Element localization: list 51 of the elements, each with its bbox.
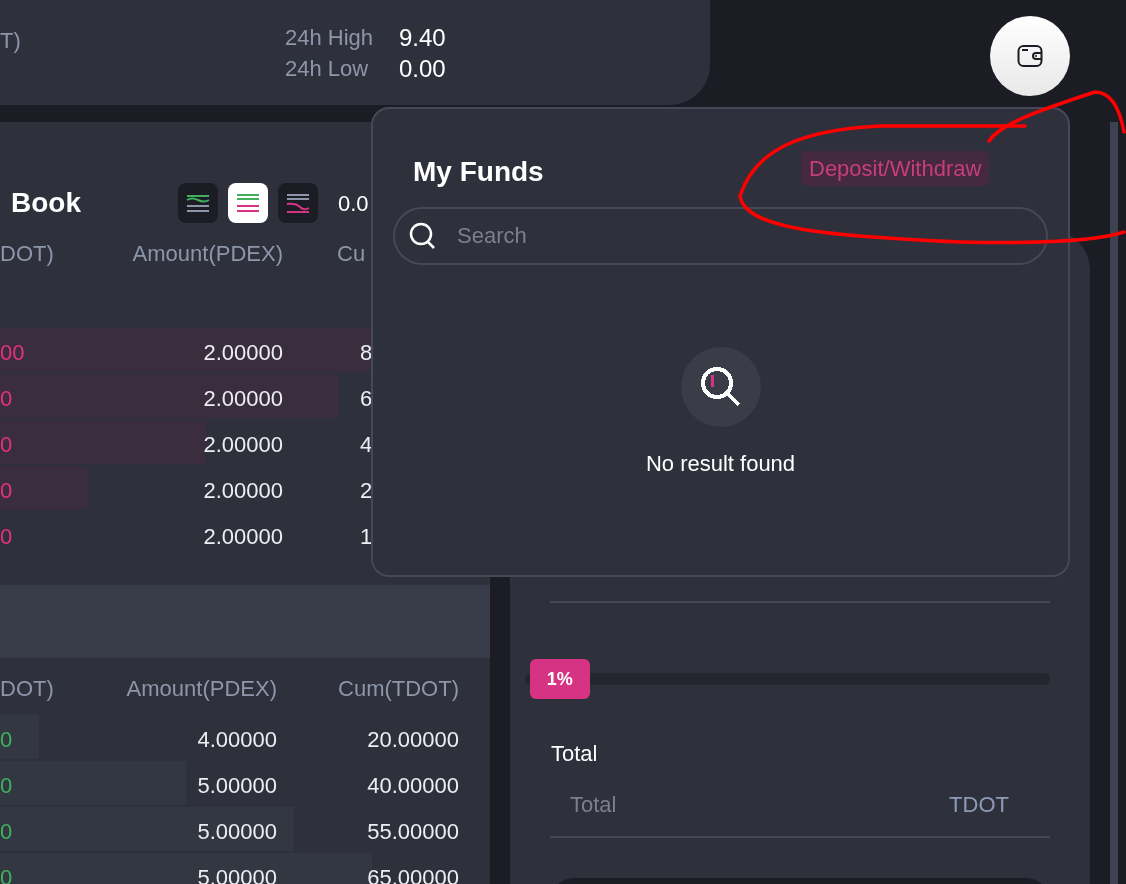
cum-cell-text: 55.00000 <box>367 818 459 846</box>
view-toggle[interactable] <box>278 183 318 223</box>
total-label: Total <box>551 740 599 768</box>
cum-cell-text: 40.00000 <box>367 772 459 800</box>
stat-label: 24h Low <box>285 55 370 83</box>
unit-label: TDOT <box>949 790 1009 819</box>
amount-cell-text: 5.00000 <box>197 818 277 846</box>
slider-thumb[interactable]: 1% <box>529 659 590 699</box>
popup-title: My Funds <box>413 155 544 189</box>
search-icon <box>409 222 437 250</box>
price-cell-text: 00 <box>0 339 25 367</box>
price-cell-text: 0 <box>0 385 13 413</box>
column-header: Cum(TDOT) <box>338 675 459 703</box>
amount-cell-text: 2.00000 <box>203 477 283 505</box>
amount-cell-text: 5.00000 <box>197 772 277 800</box>
amount-cell-text: 2.00000 <box>203 339 283 367</box>
price-cell-text: 0 <box>0 818 13 846</box>
price-cell-text: 0 <box>0 523 13 551</box>
price-cell-text: 0 <box>0 772 13 800</box>
stat-value: 0.00 <box>399 53 446 84</box>
deposit-withdraw-link[interactable]: Deposit/Withdraw <box>801 151 990 186</box>
cum-cell-text: 2 <box>360 477 373 505</box>
stat-value: 9.40 <box>399 22 446 53</box>
column-header: Cu <box>337 240 366 268</box>
view-toggle[interactable] <box>228 183 268 223</box>
price-cell-text: 0 <box>0 431 13 459</box>
empty-message: No result found <box>644 450 797 478</box>
column-header: DOT) <box>0 675 54 703</box>
pair-label: T) <box>0 27 21 55</box>
cum-cell-text: 1 <box>360 523 373 551</box>
column-header: DOT) <box>0 240 54 268</box>
amount-cell-text: 4.00000 <box>197 726 277 754</box>
total-field[interactable]: Total <box>570 787 870 821</box>
cum-cell-text: 6 <box>360 385 373 413</box>
stat-label: 24h High <box>285 24 375 52</box>
amount-cell-text: 2.00000 <box>203 431 283 459</box>
cum-cell-text: 4 <box>360 431 373 459</box>
cum-cell-text: 20.00000 <box>367 726 459 754</box>
cum-cell-text: 8 <box>360 339 373 367</box>
column-header: Amount(PDEX) <box>126 675 277 703</box>
amount-cell-text: 2.00000 <box>203 523 283 551</box>
order-book-title: Book <box>11 186 81 220</box>
precision-select[interactable]: 0.0 <box>338 186 369 220</box>
price-cell-text: 0 <box>0 477 13 505</box>
slider-track[interactable]: 1% <box>525 659 1050 699</box>
price-cell-text: 0 <box>0 726 13 754</box>
amount-cell-text: 2.00000 <box>203 385 283 413</box>
view-toggle[interactable] <box>178 183 218 223</box>
search-field[interactable]: Search <box>393 207 1048 265</box>
wallet-icon <box>1017 44 1043 68</box>
column-header: Amount(PDEX) <box>132 240 283 268</box>
